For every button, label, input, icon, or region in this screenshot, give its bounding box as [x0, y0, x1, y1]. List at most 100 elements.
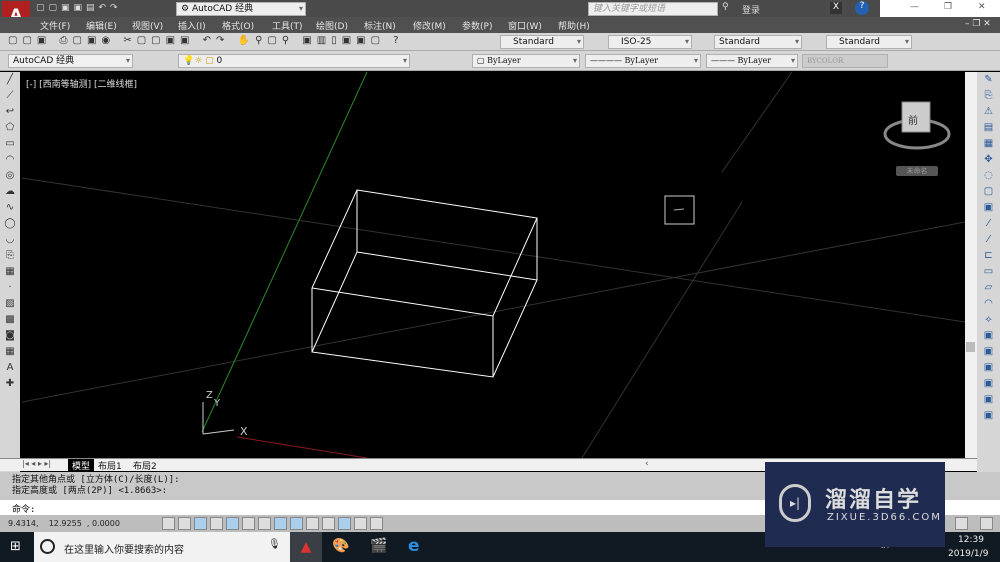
menu-window[interactable]: 窗口(W) [508, 19, 542, 32]
menu-tools[interactable]: 工具(T) [272, 19, 303, 32]
tab-model[interactable]: 模型 [68, 459, 95, 472]
workspace-label: AutoCAD 经典 [191, 4, 254, 14]
watermark-brand: 溜溜自学 [825, 488, 922, 513]
minimize-button[interactable]: — [910, 2, 919, 12]
exchange-icon[interactable]: X [830, 2, 842, 14]
clock-time[interactable]: 12:39 [958, 535, 984, 545]
layer-value: 0 [216, 56, 223, 66]
drawing-viewport[interactable]: [-] [西南等轴测] [二维线框] Z Y X 前 未命名 [22, 72, 965, 458]
text-style-value: Standard [513, 37, 554, 47]
tab-layout2[interactable]: 布局2 [133, 459, 157, 472]
menu-insert[interactable]: 插入(I) [178, 19, 206, 32]
dim-style-dropdown[interactable]: ISO-25 ▾ [608, 35, 692, 49]
microphone-icon[interactable]: 🎙 [268, 539, 281, 550]
dim-style-value: ISO-25 [621, 37, 652, 47]
grid-toggle[interactable] [194, 517, 207, 530]
x-axis-line [236, 436, 368, 458]
modify-toolbar[interactable]: ✎ ⎘ ⚠ ▤ ▦ ✥ ◌ ▢ ▣ ⁄ ⁄ ⊏ ▭ ▱ ◠ ⟡ ▣ ▣ ▣ ▣ ▣ ▣ [977, 72, 1000, 472]
title-bar: A ▢▢▣▣▤↶↷ ⚙ AutoCAD 经典 ▾ 键入关键字或短语 ⚲ 登录 X … [0, 0, 1000, 31]
draw-toolbar[interactable]: ╱ ⟋ ↩ ⬠ ▭ ◠ ◎ ☁ ∿ ◯ ◡ ⎘ ▦ · ▨ ▩ ◙ ▦ A ✚ [0, 72, 20, 472]
color-value: ByLayer [487, 56, 521, 65]
workspace-switch-dropdown[interactable]: AutoCAD 经典 ▾ [8, 54, 133, 68]
maximize-button[interactable]: ❐ [944, 2, 952, 12]
crosshair-pickbox [664, 195, 695, 225]
multileader-style-dropdown[interactable]: Standard ▾ [826, 35, 912, 49]
table-style-dropdown[interactable]: Standard ▾ [714, 35, 802, 49]
linetype-dropdown[interactable]: ———— ByLayer ▾ [585, 54, 701, 68]
taskbar-search[interactable]: 在这里输入你要搜索的内容 🎙 [34, 532, 290, 562]
menu-format[interactable]: 格式(O) [222, 19, 254, 32]
autocad-taskbar-icon[interactable]: ▲ [290, 532, 322, 562]
chevron-down-icon: ▾ [298, 4, 303, 13]
color-dropdown[interactable]: ▢ ByLayer ▾ [472, 54, 580, 68]
ortho-toggle[interactable] [210, 517, 223, 530]
menu-bar: 文件(F) 编辑(E) 视图(V) 插入(I) 格式(O) 工具(T) 绘图(D… [0, 17, 1000, 33]
watermark-url: ZIXUE.3D66.COM [827, 512, 942, 523]
clean-screen-toggle[interactable] [980, 517, 993, 530]
chevron-down-icon: ▾ [790, 56, 795, 65]
osnap-toggle[interactable] [242, 517, 255, 530]
polar-toggle[interactable] [226, 517, 239, 530]
grid-line [581, 201, 743, 458]
tab-layout1[interactable]: 布局1 [98, 459, 122, 472]
box-top-face [311, 189, 538, 317]
scroll-thumb[interactable] [966, 342, 975, 352]
tab-nav-buttons[interactable]: |◂ ◂ ▸ ▸| [22, 459, 51, 468]
clock-date[interactable]: 2019/1/9 [948, 549, 988, 559]
vertical-scrollbar[interactable] [965, 72, 977, 458]
standard-toolbar: ▢▢▣ ⎙▢▣◉ ✂▢▢▣▣ ↶↷ ✋⚲▢⚲ ▣▥▯▣▣▢ ? Standard… [0, 33, 1000, 51]
lightbulb-icon[interactable] [955, 517, 968, 530]
search-input[interactable]: 键入关键字或短语 [588, 2, 718, 16]
help-icon[interactable]: ? [855, 1, 869, 15]
transparency-toggle[interactable] [338, 517, 351, 530]
workspace-dropdown[interactable]: ⚙ AutoCAD 经典 ▾ [176, 2, 306, 16]
paint-taskbar-icon[interactable]: 🎨 [332, 538, 349, 554]
viewcube-face-front[interactable]: 前 [908, 112, 918, 127]
menu-parametric[interactable]: 参数(P) [462, 19, 492, 32]
ducs-toggle[interactable] [290, 517, 303, 530]
text-style-dropdown[interactable]: Standard ▾ [500, 35, 584, 49]
dyn-toggle[interactable] [306, 517, 319, 530]
standard-tool-icons[interactable]: ▢▢▣ ⎙▢▣◉ ✂▢▢▣▣ ↶↷ ✋⚲▢⚲ ▣▥▯▣▣▢ ? [8, 35, 473, 49]
lineweight-dropdown[interactable]: ——— ByLayer ▾ [706, 54, 798, 68]
chevron-down-icon: ▾ [684, 37, 689, 46]
menu-view[interactable]: 视图(V) [132, 19, 163, 32]
menu-edit[interactable]: 编辑(E) [86, 19, 117, 32]
ucs-y-label: Y [214, 398, 221, 409]
doc-window-controls[interactable]: – ❐ ✕ [965, 19, 991, 29]
gear-icon: ⚙ [181, 4, 192, 14]
windows-start-icon[interactable]: ⊞ [10, 539, 21, 554]
menu-modify[interactable]: 修改(M) [413, 19, 446, 32]
snap-toggle[interactable] [178, 517, 191, 530]
otrack-toggle[interactable] [274, 517, 287, 530]
ucs-x-label: X [240, 425, 248, 438]
chevron-down-icon: ▾ [572, 56, 577, 65]
chevron-down-icon: ▾ [576, 37, 581, 46]
video-taskbar-icon[interactable]: 🎬 [370, 538, 387, 554]
workspace-value: AutoCAD 经典 [13, 56, 75, 66]
layer-state-icons: 💡☼ ▢ [183, 56, 217, 66]
3dosnap-toggle[interactable] [258, 517, 271, 530]
login-button[interactable]: 登录 [742, 3, 760, 16]
menu-file[interactable]: 文件(F) [40, 19, 70, 32]
lineweight-value: ByLayer [737, 56, 772, 65]
box-bottom-face [311, 251, 538, 378]
wcs-dropdown[interactable]: 未命名 [896, 166, 938, 176]
menu-dimension[interactable]: 标注(N) [364, 19, 396, 32]
drawing-canvas [22, 72, 965, 458]
selection-cycling-toggle[interactable] [370, 517, 383, 530]
menu-help[interactable]: 帮助(H) [558, 19, 590, 32]
command-prompt: 命令: [12, 505, 36, 515]
grid-line [22, 177, 965, 323]
close-button[interactable]: ✕ [978, 2, 986, 12]
infer-constraints-toggle[interactable] [162, 517, 175, 530]
edge-taskbar-icon[interactable]: e [408, 536, 420, 556]
linetype-value: ByLayer [624, 56, 659, 65]
lineweight-toggle[interactable] [322, 517, 335, 530]
binoculars-icon[interactable]: ⚲ [722, 2, 729, 12]
table-style-value: Standard [719, 37, 760, 47]
layer-dropdown[interactable]: 💡☼ ▢ 0 ▾ [178, 54, 410, 68]
menu-draw[interactable]: 绘图(D) [316, 19, 348, 32]
quick-properties-toggle[interactable] [354, 517, 367, 530]
taskbar-search-placeholder: 在这里输入你要搜索的内容 [64, 545, 184, 556]
